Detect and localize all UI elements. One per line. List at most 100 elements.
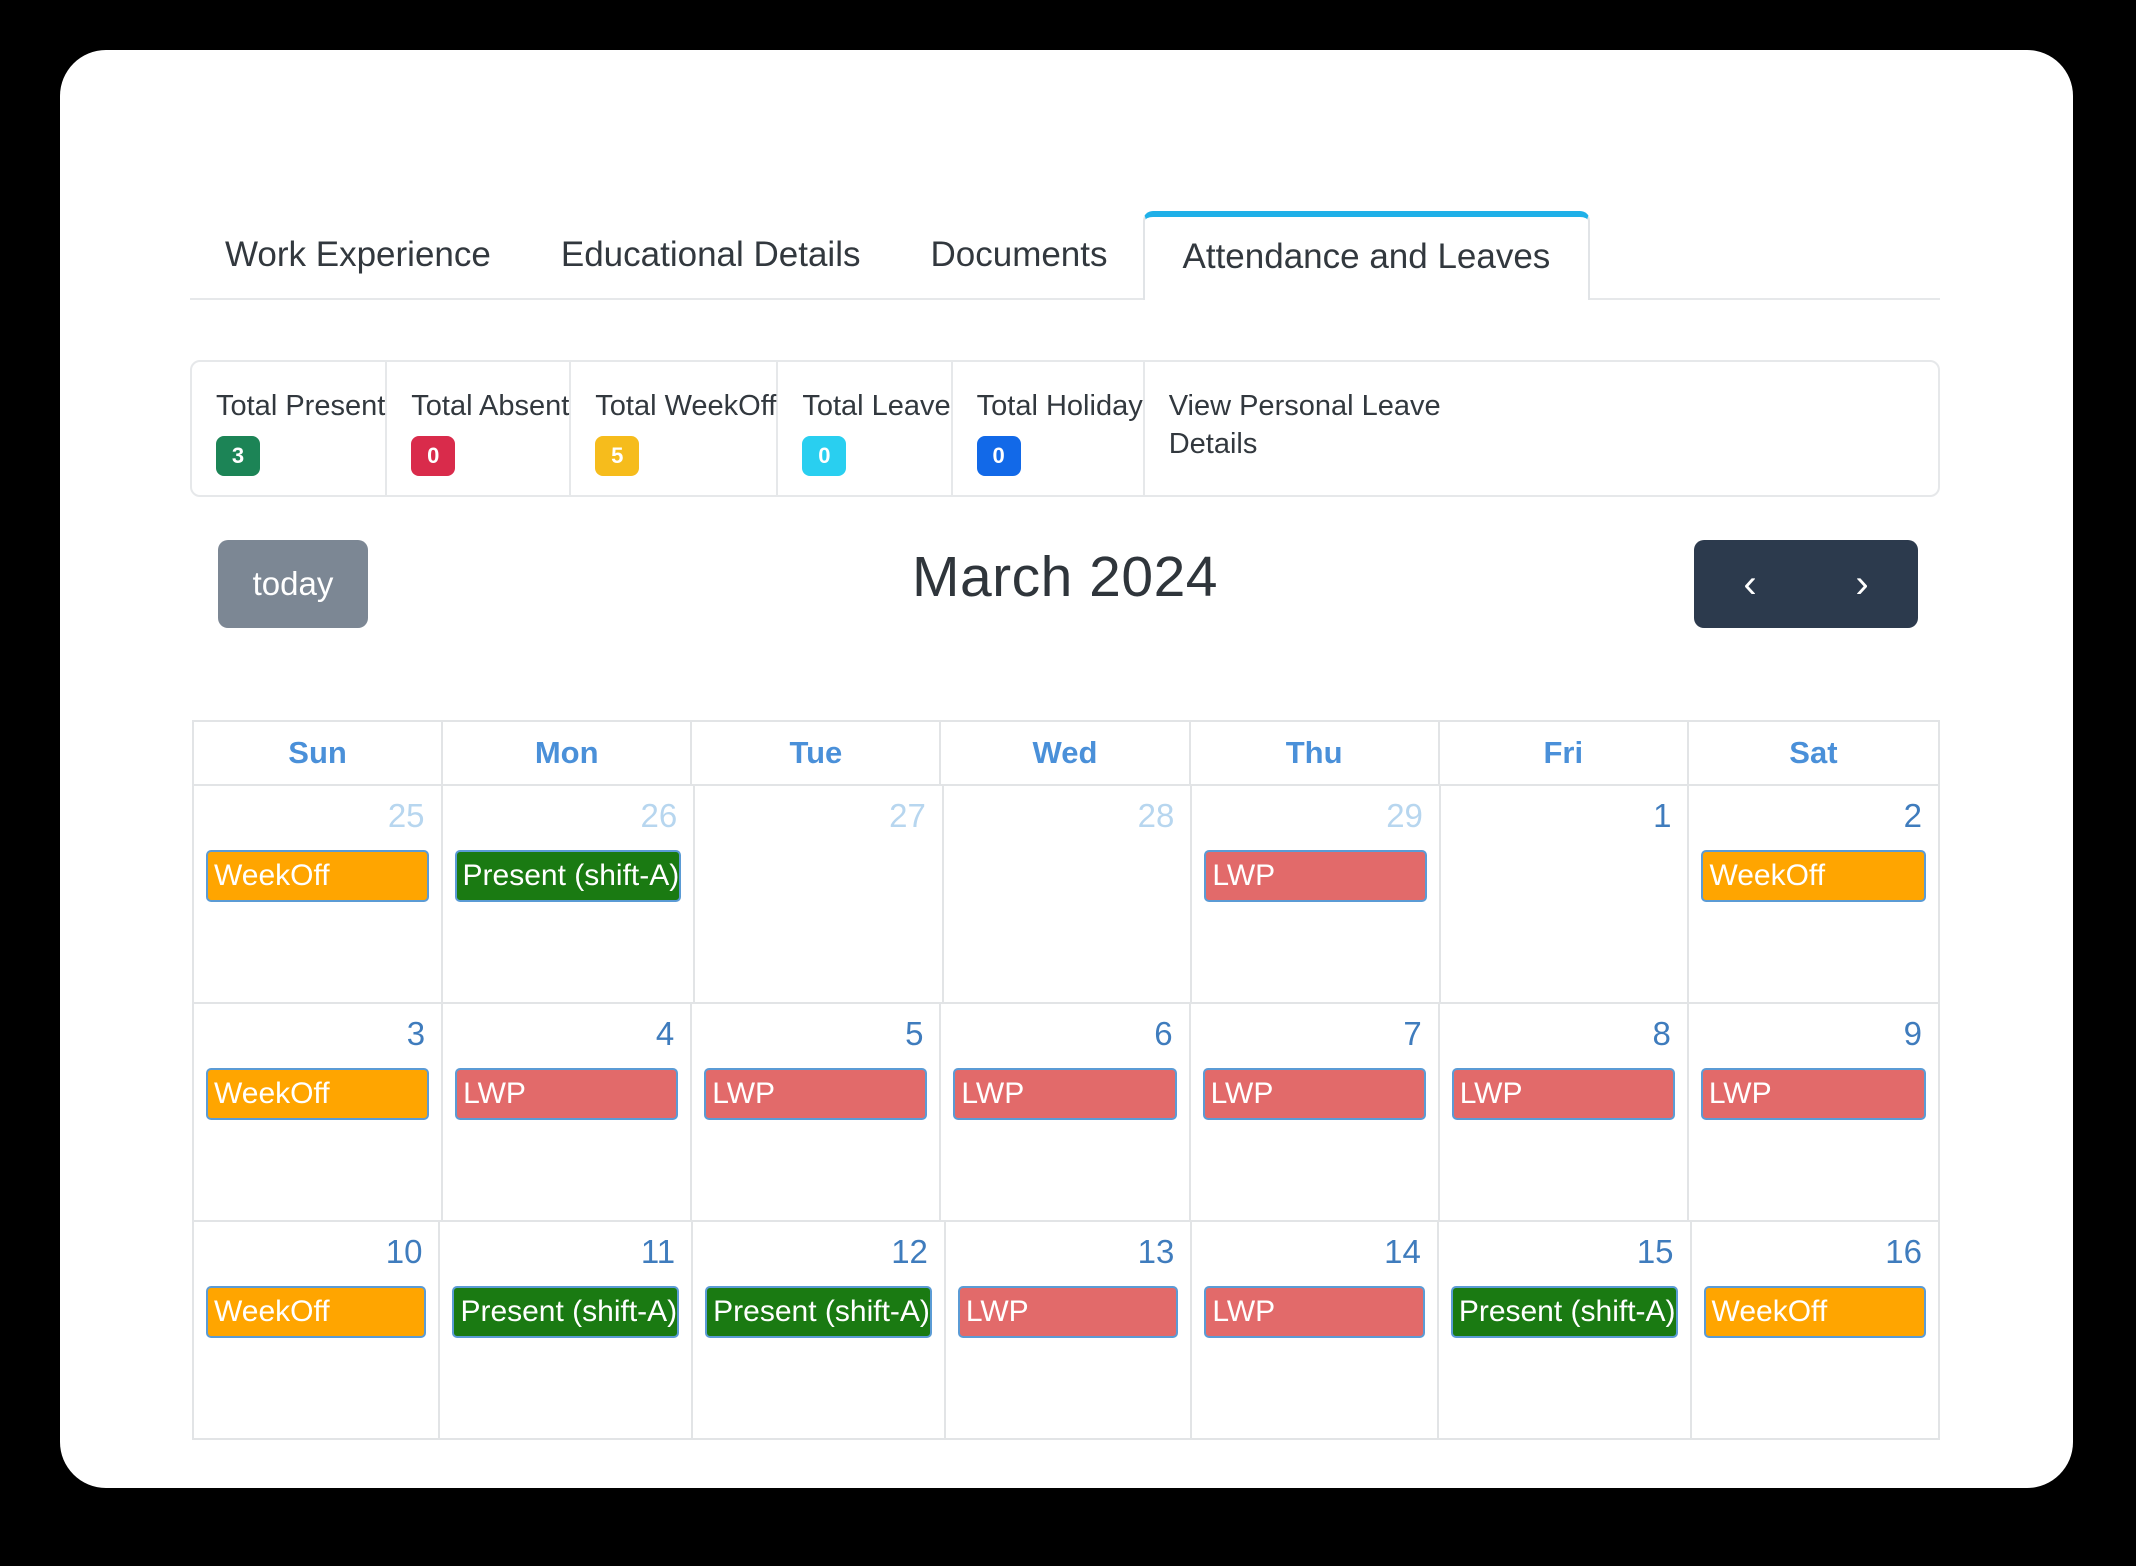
calendar-day-cell[interactable]: 26 Present (shift-A) [443,786,696,1002]
stat-total-weekoff: Total WeekOff 5 [571,362,779,495]
attendance-event-lwp[interactable]: LWP [455,1067,679,1120]
tab-work-experience[interactable]: Work Experience [190,235,526,298]
day-number: 29 [1386,797,1423,834]
attendance-event-lwp[interactable]: LWP [704,1067,928,1120]
stat-label: Total Present [216,390,386,422]
day-number: 10 [385,1233,423,1270]
attendance-event-lwp[interactable]: LWP [953,1067,1177,1120]
weekday-header-fri: Fri [1440,722,1689,784]
calendar-day-cell[interactable]: 4 LWP [443,1004,693,1220]
calendar-day-cell[interactable]: 1 [1441,786,1690,1002]
day-number: 7 [1403,1015,1422,1052]
calendar-body: 25 WeekOff 26 Present (shift-A) 27 28 29 LWP 1 2 W… [194,784,1938,1438]
calendar-day-cell[interactable]: 3 WeekOff [194,1004,444,1220]
attendance-event-lwp[interactable]: LWP [1202,1067,1426,1120]
attendance-calendar: Sun Mon Tue Wed Thu Fri Sat 25 WeekOff 26 Present… [192,720,1940,1440]
attendance-event-weekoff[interactable]: WeekOff [206,1067,430,1120]
weekday-header-mon: Mon [443,722,693,784]
attendance-event-lwp[interactable]: LWP [1700,1067,1926,1120]
view-personal-leave-details-label[interactable]: View Personal Leave Details [1169,388,1499,463]
calendar-week-row: 10 WeekOff 11 Present (shift-A) 12 Present (s… [194,1220,1938,1438]
day-number: 15 [1636,1233,1674,1270]
attendance-event-present[interactable]: Present (shift-A) [452,1285,680,1338]
calendar-day-cell[interactable]: 6 LWP [941,1004,1191,1220]
weekday-header-tue: Tue [692,722,942,784]
calendar-week-row: 25 WeekOff 26 Present (shift-A) 27 28 29 LWP 1 2 W… [194,784,1938,1002]
calendar-day-cell[interactable]: 7 LWP [1191,1004,1440,1220]
day-number: 16 [1885,1233,1922,1270]
calendar-day-cell[interactable]: 15 Present (shift-A) [1439,1222,1692,1438]
day-number: 26 [640,797,678,834]
calendar-day-cell[interactable]: 13 LWP [946,1222,1193,1438]
attendance-event-lwp[interactable]: LWP [1451,1067,1675,1120]
calendar-day-cell[interactable]: 11 Present (shift-A) [440,1222,694,1438]
attendance-event-present[interactable]: Present (shift-A) [1450,1285,1678,1338]
stat-total-absent: Total Absent 0 [387,362,572,495]
stat-count-badge: 0 [976,436,1021,477]
stat-count-badge: 3 [216,436,260,477]
attendance-summary-bar: Total Present 3 Total Absent 0 Total WeekOff… [190,360,1940,497]
stat-label: Total Absent [411,390,570,422]
next-month-button[interactable]: › [1806,540,1918,628]
day-number: 3 [406,1015,426,1052]
calendar-day-cell[interactable]: 10 WeekOff [194,1222,441,1438]
attendance-event-present[interactable]: Present (shift-A) [454,849,682,902]
attendance-event-lwp[interactable]: LWP [957,1285,1179,1338]
stat-total-present: Total Present 3 [192,362,388,495]
tab-educational-details[interactable]: Educational Details [526,235,896,298]
attendance-card: Work Experience Educational Details Docume… [60,50,2073,1488]
calendar-day-cell[interactable]: 12 Present (shift-A) [693,1222,946,1438]
weekday-header-thu: Thu [1191,722,1440,784]
day-number: 27 [889,797,926,834]
prev-month-button[interactable]: ‹ [1694,540,1806,628]
stat-total-holiday: Total Holiday 0 [953,362,1145,495]
calendar-day-cell[interactable]: 9 LWP [1689,1004,1938,1220]
stat-count-badge: 0 [802,436,847,477]
calendar-day-cell[interactable]: 16 WeekOff [1692,1222,1938,1438]
day-number: 6 [1154,1015,1173,1052]
day-number: 11 [640,1233,676,1270]
day-number: 5 [905,1015,924,1052]
day-number: 25 [387,797,425,834]
attendance-event-lwp[interactable]: LWP [1204,849,1427,902]
stat-label: Total WeekOff [595,390,777,422]
day-number: 1 [1653,797,1672,834]
calendar-week-row: 3 WeekOff 4 LWP 5 LWP 6 LWP 7 LWP 8 LWP 9 LWP [194,1002,1938,1220]
day-number: 14 [1384,1233,1421,1270]
stat-label: Total Holiday [976,390,1143,422]
calendar-toolbar: today March 2024 ‹ › [190,540,1940,635]
calendar-day-cell[interactable]: 8 LWP [1440,1004,1689,1220]
tab-documents[interactable]: Documents [895,235,1142,298]
calendar-day-cell[interactable]: 2 WeekOff [1689,786,1938,1002]
view-personal-leave-details[interactable]: View Personal Leave Details [1145,362,1938,495]
calendar-weekday-header: Sun Mon Tue Wed Thu Fri Sat [194,720,1938,784]
calendar-day-cell[interactable]: 5 LWP [692,1004,942,1220]
day-number: 9 [1903,1015,1922,1052]
calendar-day-cell[interactable]: 14 LWP [1192,1222,1439,1438]
attendance-event-weekoff[interactable]: WeekOff [1703,1285,1926,1338]
stat-count-badge: 5 [595,436,640,477]
day-number: 2 [1903,797,1922,834]
weekday-header-sat: Sat [1789,735,1838,770]
calendar-nav-group: ‹ › [1694,540,1918,628]
day-number: 28 [1137,797,1175,834]
stat-total-leave: Total Leave 0 [778,362,953,495]
attendance-event-lwp[interactable]: LWP [1204,1285,1425,1338]
attendance-event-weekoff[interactable]: WeekOff [206,849,429,902]
calendar-day-cell[interactable]: 25 WeekOff [194,786,443,1002]
weekday-header-wed: Wed [941,722,1191,784]
day-number: 4 [655,1015,675,1052]
attendance-event-present[interactable]: Present (shift-A) [705,1285,932,1338]
stat-label: Total Leave [802,390,951,422]
attendance-event-weekoff[interactable]: WeekOff [206,1285,427,1338]
day-number: 8 [1652,1015,1671,1052]
tab-attendance-and-leaves[interactable]: Attendance and Leaves [1142,211,1591,300]
calendar-day-cell[interactable]: 28 [944,786,1193,1002]
calendar-day-cell[interactable]: 29 LWP [1192,786,1441,1002]
attendance-event-weekoff[interactable]: WeekOff [1701,849,1926,902]
calendar-day-cell[interactable]: 27 [695,786,944,1002]
calendar-month-title: March 2024 [911,545,1218,609]
day-number: 12 [891,1233,928,1270]
tab-bar: Work Experience Educational Details Docume… [190,188,1940,300]
day-number: 13 [1137,1233,1175,1270]
